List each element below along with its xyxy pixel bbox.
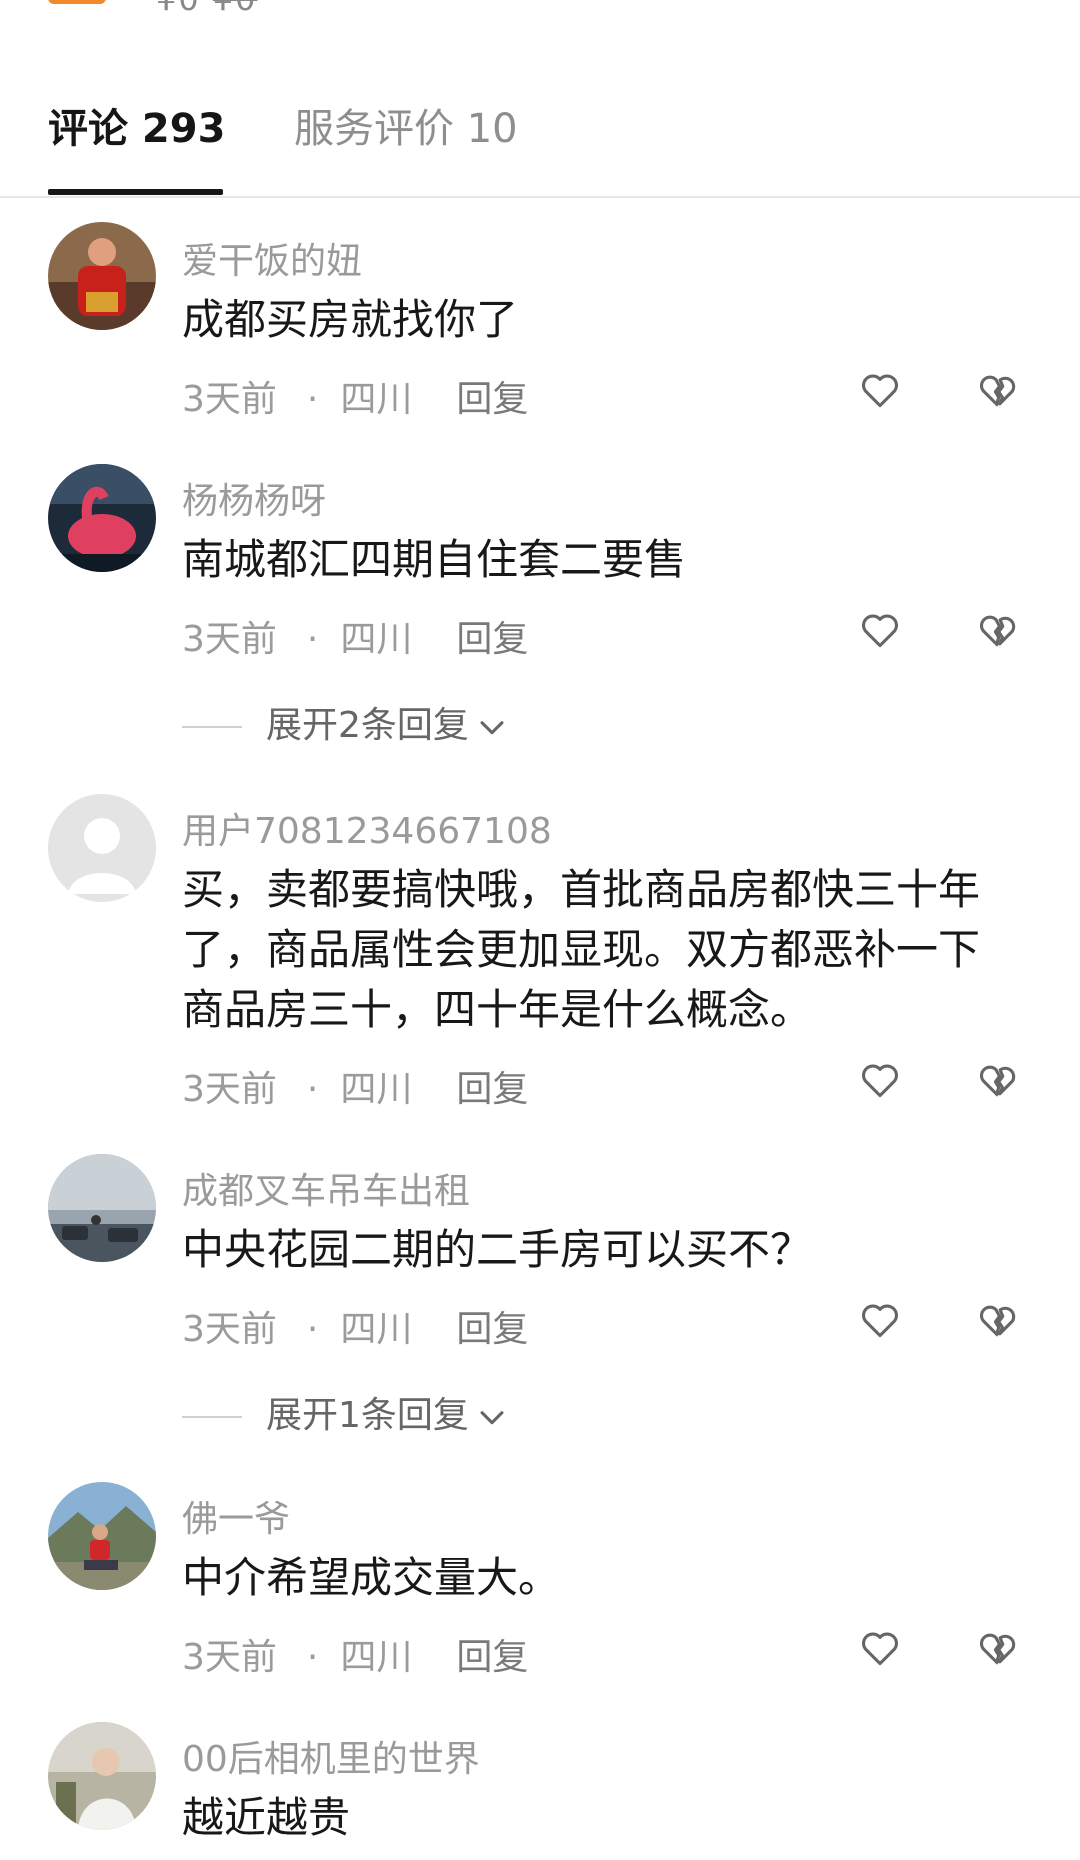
comment-username[interactable]: 爱干饭的妞 (182, 232, 362, 284)
price-row: ¥0 ¥0 (156, 0, 257, 18)
comment-location: 四川 (340, 619, 413, 660)
expand-replies-button[interactable]: 展开2条回复 (182, 696, 509, 748)
product-thumbnail (48, 0, 106, 4)
chevron-down-icon (480, 1411, 504, 1425)
comment-text: 中介希望成交量大。 (182, 1553, 561, 1602)
expand-replies-button[interactable]: 展开1条回复 (182, 1386, 509, 1438)
dislike-icon[interactable] (976, 1058, 1020, 1102)
chevron-down-icon (480, 721, 504, 735)
original-price: ¥0 (213, 0, 258, 18)
tab-service-reviews[interactable]: 服务评价 10 (294, 96, 518, 154)
comment-username[interactable]: 00后相机里的世界 (182, 1730, 480, 1782)
reply-button[interactable]: 回复 (456, 619, 528, 660)
dislike-icon[interactable] (976, 608, 1020, 652)
like-icon[interactable] (858, 1058, 902, 1102)
expand-divider (182, 726, 242, 728)
comment-meta: 3天前 · 四川 回复 (182, 619, 529, 660)
reply-button[interactable]: 回复 (456, 1637, 528, 1678)
avatar[interactable] (48, 794, 156, 902)
comment-meta: 3天前 · 四川 回复 (182, 1309, 529, 1350)
tab-comments[interactable]: 评论 293 (48, 96, 225, 154)
comment-time: 3天前 (182, 379, 277, 420)
dislike-icon[interactable] (976, 1298, 1020, 1342)
comment-username[interactable]: 佛一爷 (182, 1490, 290, 1542)
expand-divider (182, 1416, 242, 1418)
product-header: ¥0 ¥0 (0, 0, 1080, 30)
comment-text: 南城都汇四期自住套二要售 (182, 535, 687, 584)
comment-username[interactable]: 用户7081234667108 (182, 802, 552, 854)
comment-meta: 3天前 · 四川 回复 (182, 1637, 529, 1678)
expand-replies-label: 展开2条回复 (266, 705, 469, 746)
active-tab-indicator (48, 189, 223, 195)
avatar[interactable] (48, 1722, 156, 1830)
reply-button[interactable]: 回复 (456, 379, 528, 420)
like-icon[interactable] (858, 1298, 902, 1342)
comment-time: 3天前 (182, 619, 277, 660)
avatar[interactable] (48, 1482, 156, 1590)
avatar[interactable] (48, 222, 156, 330)
comment-time: 3天前 (182, 1309, 277, 1350)
avatar[interactable] (48, 464, 156, 572)
avatar[interactable] (48, 1154, 156, 1262)
price: ¥0 (156, 0, 201, 18)
expand-replies-label: 展开1条回复 (266, 1395, 469, 1436)
comment-text: 中央花园二期的二手房可以买不？ (182, 1225, 813, 1274)
comment-location: 四川 (340, 379, 413, 420)
reply-button[interactable]: 回复 (456, 1069, 528, 1110)
comment-text: 越近越贵 (182, 1793, 351, 1842)
divider (0, 196, 1080, 198)
comment-time: 3天前 (182, 1637, 277, 1678)
comment-location: 四川 (340, 1069, 413, 1110)
comment-text: 成都买房就找你了 (182, 295, 519, 344)
tab-bar: 评论 293 服务评价 10 (0, 86, 1080, 196)
comment-text: 买，卖都要搞快哦，首批商品房都快三十年了，商品属性会更加显现。双方都恶补一下商品… (182, 865, 981, 1034)
like-icon[interactable] (858, 608, 902, 652)
comment-username[interactable]: 成都叉车吊车出租 (182, 1162, 470, 1214)
comment-username[interactable]: 杨杨杨呀 (182, 472, 326, 524)
comment-meta: 3天前 · 四川 回复 (182, 379, 529, 420)
comment-meta: 3天前 · 四川 回复 (182, 1069, 529, 1110)
like-icon[interactable] (858, 1626, 902, 1670)
dislike-icon[interactable] (976, 1626, 1020, 1670)
reply-button[interactable]: 回复 (456, 1309, 528, 1350)
comment-location: 四川 (340, 1637, 413, 1678)
dislike-icon[interactable] (976, 368, 1020, 412)
comment-time: 3天前 (182, 1069, 277, 1110)
like-icon[interactable] (858, 368, 902, 412)
comment-location: 四川 (340, 1309, 413, 1350)
